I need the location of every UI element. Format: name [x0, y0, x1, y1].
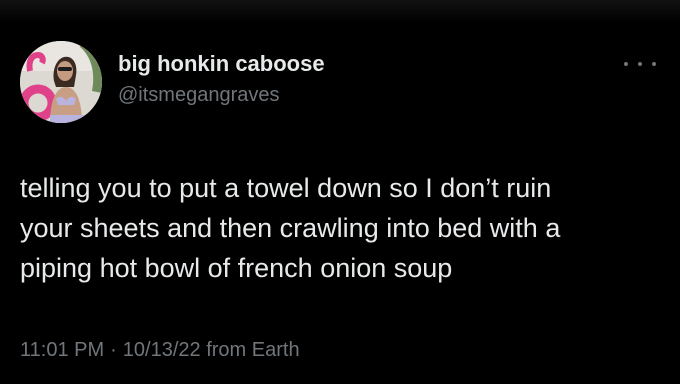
display-name[interactable]: big honkin caboose — [118, 51, 325, 77]
avatar-photo — [20, 41, 102, 123]
tweet-text-line: telling you to put a towel down so I don… — [20, 173, 552, 203]
avatar[interactable] — [20, 41, 102, 123]
more-dot — [624, 62, 628, 66]
user-handle[interactable]: @itsmegangraves — [118, 84, 279, 107]
tweet-text-line: piping hot bowl of french onion soup — [20, 253, 453, 283]
tweet-time[interactable]: 11:01 PM — [20, 339, 104, 361]
tweet-card: big honkin caboose @itsmegangraves telli… — [0, 0, 680, 384]
meta-separator: · — [110, 339, 117, 361]
more-horizontal-icon[interactable] — [624, 54, 656, 74]
more-dot — [638, 62, 642, 66]
tweet-source: from Earth — [206, 339, 300, 361]
tweet-date[interactable]: 10/13/22 — [123, 339, 201, 361]
tweet-metadata: 11:01 PM · 10/13/22 from Earth — [20, 339, 300, 362]
tweet-text-line: your sheets and then crawling into bed w… — [20, 213, 561, 243]
more-dot — [652, 62, 656, 66]
tweet-text: telling you to put a towel down so I don… — [20, 168, 670, 288]
